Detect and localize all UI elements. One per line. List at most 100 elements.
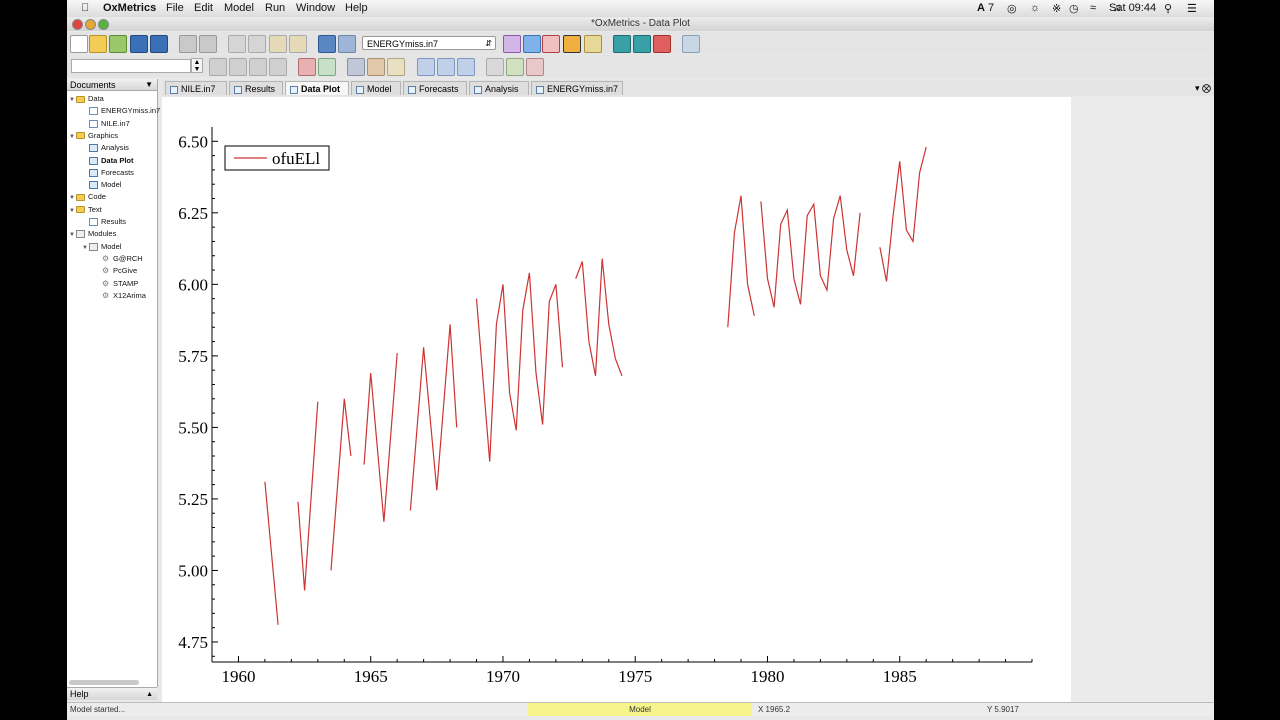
find-icon[interactable]	[209, 58, 227, 76]
tab-energymiss[interactable]: ENERGYmiss.in7	[531, 81, 623, 95]
menu-window[interactable]: Window	[296, 2, 335, 14]
tab-forecasts[interactable]: Forecasts	[403, 81, 467, 95]
menu-file[interactable]: File	[166, 2, 184, 14]
brace-icon[interactable]	[486, 58, 504, 76]
notification-icon[interactable]: ☰	[1187, 2, 1197, 15]
open-folder-icon[interactable]	[89, 35, 107, 53]
check-icon[interactable]	[318, 58, 336, 76]
cut-icon[interactable]	[228, 35, 246, 53]
menu-model[interactable]: Model	[224, 2, 254, 14]
tree-item-forecasts[interactable]: Forecasts	[82, 168, 134, 178]
sidebar-scrollbar[interactable]	[69, 680, 139, 685]
line-chart[interactable]: 4.75 5.00 5.25 5.50 5.75 6.00 6.25 6.50 1960 1965…	[162, 97, 1071, 702]
tree-item-graphics[interactable]: ▼ Graphics	[69, 131, 118, 141]
tab-list-icon[interactable]: ▾	[1195, 83, 1200, 93]
spotlight-icon[interactable]: ⚲	[1164, 2, 1172, 15]
tree-item-g-rch[interactable]: ⚙ G@RCH	[95, 254, 143, 264]
clock-icon[interactable]: ◷	[1069, 2, 1079, 15]
model-cycle-icon[interactable]	[563, 35, 581, 53]
help-panel-header[interactable]: Help ▲	[67, 687, 157, 700]
clock-text[interactable]: Sat 09:44	[1109, 2, 1156, 14]
tree-item-data-plot[interactable]: Data Plot	[82, 156, 134, 166]
print-icon[interactable]	[179, 35, 197, 53]
find-next-icon[interactable]	[229, 58, 247, 76]
tab-data-plot[interactable]: Data Plot	[285, 81, 349, 95]
tab-analysis[interactable]: Analysis	[469, 81, 529, 95]
reload-icon[interactable]	[109, 35, 127, 53]
minimize-window-icon[interactable]	[85, 19, 96, 30]
disclosure-icon[interactable]: ▼	[69, 132, 76, 142]
screen:  OxMetrics File Edit Model Run Window H…	[67, 0, 1214, 720]
tree-item-results[interactable]: Results	[82, 217, 126, 227]
tree-item-model[interactable]: ▼ Model	[82, 242, 121, 252]
algebra-icon[interactable]	[542, 35, 560, 53]
paste-icon[interactable]	[269, 35, 287, 53]
calculator-icon[interactable]	[523, 35, 541, 53]
zoom-icon[interactable]	[347, 58, 365, 76]
menu-run[interactable]: Run	[265, 2, 285, 14]
new-document-icon[interactable]	[70, 35, 88, 53]
help-pointer-icon[interactable]	[682, 35, 700, 53]
disclosure-icon[interactable]: ▼	[82, 243, 89, 253]
documents-header[interactable]: Documents ▼	[67, 79, 157, 91]
tab-results[interactable]: Results	[229, 81, 283, 95]
apple-menu-icon[interactable]: 	[81, 2, 89, 14]
zoom-window-icon[interactable]	[98, 19, 109, 30]
tree-item-modules[interactable]: ▼ Modules	[69, 229, 116, 239]
tree-item-energymiss-in7[interactable]: ENERGYmiss.in7	[82, 106, 160, 116]
indent-icon[interactable]	[417, 58, 435, 76]
disclosure-icon[interactable]: ▼	[69, 95, 76, 105]
sync-icon[interactable]: ◎	[1007, 2, 1017, 15]
comment-icon[interactable]	[506, 58, 524, 76]
module-stop-icon[interactable]	[653, 35, 671, 53]
search-stepper[interactable]: ▲ ▼	[191, 58, 203, 73]
graphics-icon[interactable]	[503, 35, 521, 53]
tree-item-stamp[interactable]: ⚙ STAMP	[95, 279, 138, 289]
close-tab-icon[interactable]: ⨂	[1202, 83, 1211, 93]
tree-item-text[interactable]: ▼ Text	[69, 205, 102, 215]
paste-special-icon[interactable]	[289, 35, 307, 53]
adobe-icon[interactable]: A	[977, 2, 985, 14]
tree-item-x12arima[interactable]: ⚙ X12Arima	[95, 291, 146, 301]
goto-icon[interactable]	[269, 58, 287, 76]
tree-item-analysis[interactable]: Analysis	[82, 143, 129, 153]
tree-item-nile-in7[interactable]: NILE.in7	[82, 119, 130, 129]
color-icon[interactable]	[367, 58, 385, 76]
uncomment-icon[interactable]	[526, 58, 544, 76]
tree-item-pcgive[interactable]: ⚙ PcGive	[95, 266, 137, 276]
redo-icon[interactable]	[338, 35, 356, 53]
disclosure-icon[interactable]: ▼	[69, 206, 76, 216]
close-window-icon[interactable]	[72, 19, 83, 30]
chevron-down-icon[interactable]: ▼	[145, 79, 153, 91]
disclosure-icon[interactable]: ▼	[69, 193, 76, 203]
undo-icon[interactable]	[318, 35, 336, 53]
save-all-icon[interactable]	[150, 35, 168, 53]
bluetooth-icon[interactable]: ※	[1052, 2, 1061, 15]
menu-edit[interactable]: Edit	[194, 2, 213, 14]
chevron-up-icon[interactable]: ▲	[146, 688, 153, 701]
database-select[interactable]: ENERGYmiss.in7 ⇵	[362, 36, 496, 50]
wifi-icon[interactable]: ≈	[1090, 2, 1096, 14]
print-preview-icon[interactable]	[199, 35, 217, 53]
note-icon[interactable]	[387, 58, 405, 76]
tree-item-model[interactable]: Model	[82, 180, 121, 190]
outdent-icon[interactable]	[437, 58, 455, 76]
tree-item-code[interactable]: ▼ Code	[69, 192, 106, 202]
tab-model[interactable]: Model	[351, 81, 401, 95]
tree-item-data[interactable]: ▼ Data	[69, 94, 104, 104]
app-name-menu[interactable]: OxMetrics	[103, 2, 156, 14]
module-window-icon[interactable]	[633, 35, 651, 53]
toggle-icon[interactable]	[457, 58, 475, 76]
search-input[interactable]	[71, 59, 191, 73]
replace-icon[interactable]	[249, 58, 267, 76]
copy-icon[interactable]	[248, 35, 266, 53]
save-icon[interactable]	[130, 35, 148, 53]
eye-icon[interactable]: ☼	[1030, 2, 1040, 14]
tab-nile[interactable]: NILE.in7	[165, 81, 227, 95]
disclosure-icon[interactable]: ▼	[69, 230, 76, 240]
wizard-icon[interactable]	[584, 35, 602, 53]
module-start-icon[interactable]	[613, 35, 631, 53]
bookmark-icon[interactable]	[298, 58, 316, 76]
menu-help[interactable]: Help	[345, 2, 368, 14]
data-plot-area[interactable]: 4.75 5.00 5.25 5.50 5.75 6.00 6.25 6.50 1960 1965…	[162, 97, 1071, 702]
